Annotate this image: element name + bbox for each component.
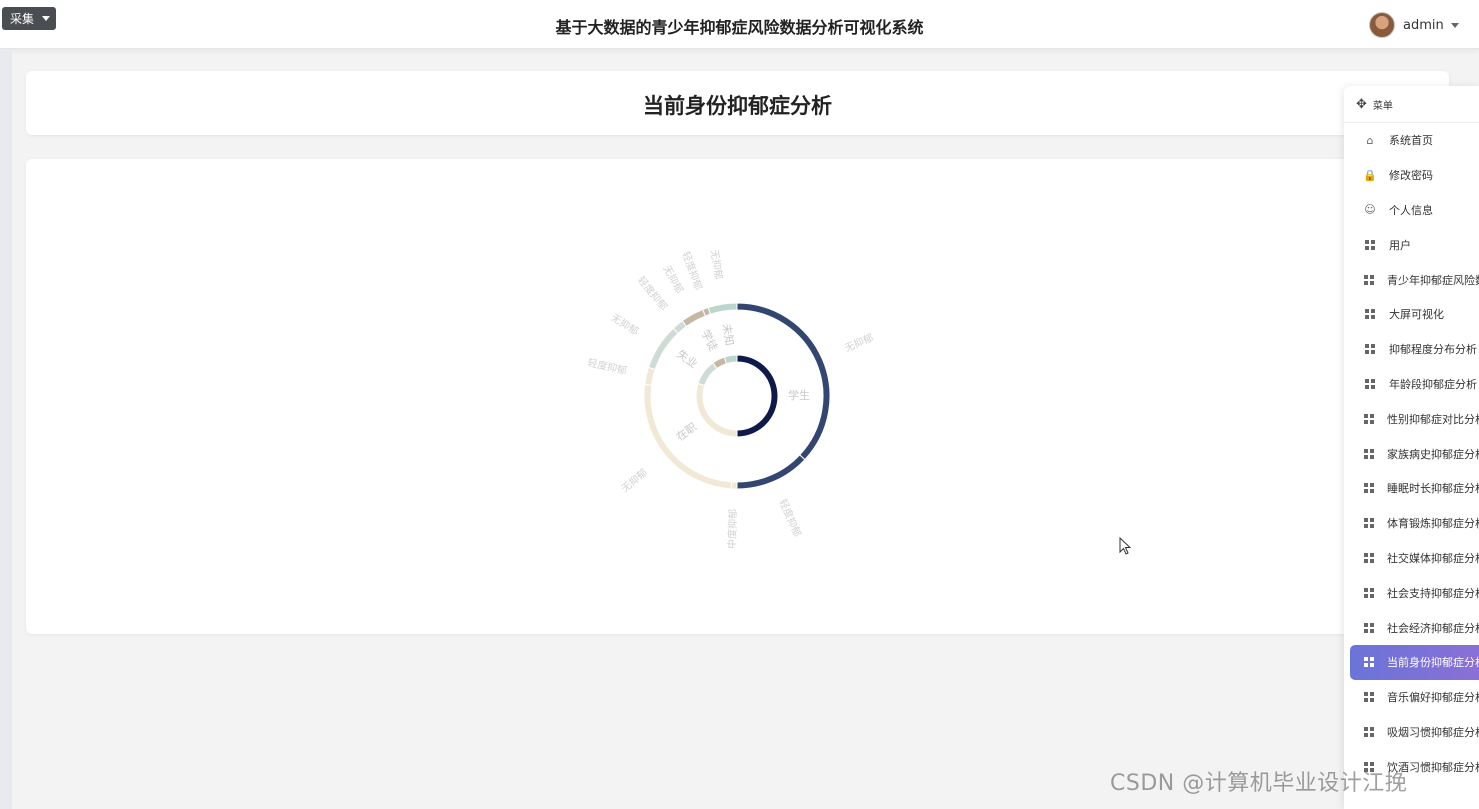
mouse-cursor-icon (1119, 537, 1132, 555)
outer-slice[interactable] (736, 454, 806, 490)
menu-item[interactable]: 体育锻炼抑郁症分析 (1344, 506, 1479, 541)
menu-item-label: 用户 (1389, 238, 1411, 252)
inner-slice-label: 未知 (720, 323, 737, 347)
home-icon: ⌂ (1366, 133, 1374, 147)
menu-item-label: 社会支持抑郁症分析 (1387, 586, 1479, 600)
menu-item[interactable]: 社会经济抑郁症分析 (1344, 610, 1479, 645)
user-menu[interactable]: admin (1369, 12, 1459, 38)
avatar[interactable] (1369, 12, 1395, 38)
lock-icon: 🔒 (1363, 168, 1377, 182)
menu-item[interactable]: 🔒 修改密码 (1344, 158, 1479, 193)
grid-icon (1364, 517, 1374, 529)
menu-item[interactable]: 睡眠时长抑郁症分析 (1344, 471, 1479, 506)
menu-item-label: 吸烟习惯抑郁症分析 (1387, 725, 1479, 739)
menu-item[interactable]: 青少年抑郁症风险数 (1344, 262, 1479, 297)
grid-icon (1364, 413, 1374, 425)
menu-item[interactable]: 大屏可视化 (1344, 297, 1479, 332)
outer-slice-label: 无抑郁 (843, 331, 876, 355)
menu-list: ⌂ 系统首页 🔒 修改密码 ☺ 个人信息用户青少年抑郁症风险数 大屏可视化抑郁程度分布分析年… (1344, 123, 1479, 784)
page-header-card: 当前身份抑郁症分析 (26, 71, 1449, 135)
menu-item[interactable]: 年龄段抑郁症分析 (1344, 367, 1479, 402)
sunburst-chart: 学生在职失业学徒 未知 无抑郁轻度抑郁中度抑郁无抑郁轻度抑郁无抑郁轻度抑郁无抑郁轻度… (586, 249, 876, 549)
outer-slice[interactable] (644, 366, 656, 386)
outer-slice-label: 轻度抑郁 (776, 497, 804, 539)
grid-icon (1364, 378, 1376, 390)
outer-slice-label: 轻度抑郁 (586, 356, 628, 377)
outer-slice-label: 轻度抑郁 (635, 274, 671, 313)
watermark: CSDN @计算机毕业设计江挽 (1110, 771, 1408, 796)
menu-item-label: 性别抑郁症对比分析 (1387, 412, 1479, 426)
grid-icon (1364, 552, 1374, 564)
app-title: 基于大数据的青少年抑郁症风险数据分析可视化系统 (555, 18, 924, 37)
grid-icon (1364, 343, 1376, 355)
menu-item-label: 年龄段抑郁症分析 (1389, 377, 1477, 391)
menu-title: 菜单 (1372, 100, 1393, 112)
menu-item[interactable]: 音乐偏好抑郁症分析 (1344, 680, 1479, 715)
grid-icon (1364, 308, 1376, 320)
outer-slice[interactable] (736, 302, 831, 461)
menu-item-label: 个人信息 (1389, 203, 1433, 217)
outer-slice-label: 无抑郁 (609, 311, 641, 338)
menu-item-label: 当前身份抑郁症分析 (1387, 656, 1479, 670)
page-title: 当前身份抑郁症分析 (643, 94, 832, 118)
outer-slice[interactable] (707, 302, 738, 315)
grid-icon (1364, 274, 1374, 286)
menu-item[interactable]: 用户 (1344, 227, 1479, 262)
menu-item[interactable]: 吸烟习惯抑郁症分析 (1344, 715, 1479, 750)
grid-icon (1364, 448, 1374, 460)
grid-icon (1364, 239, 1376, 251)
menu-item-label: 大屏可视化 (1389, 308, 1444, 322)
menu-item-label: 社会经济抑郁症分析 (1387, 621, 1479, 635)
outer-slice[interactable] (681, 308, 706, 328)
menu-item-label: 修改密码 (1389, 169, 1433, 183)
menu-item[interactable]: 抑郁程度分布分析 (1344, 332, 1479, 367)
menu-item[interactable]: ☺ 个人信息 (1344, 193, 1479, 228)
menu-item[interactable]: 社交媒体抑郁症分析 (1344, 541, 1479, 576)
inner-slice-label: 失业 (674, 347, 699, 370)
inner-slice[interactable] (736, 354, 779, 438)
outer-slice-label: 中度抑郁 (725, 509, 739, 549)
grid-icon (1364, 622, 1374, 634)
menu-item[interactable]: 社会支持抑郁症分析 (1344, 575, 1479, 610)
username[interactable]: admin (1403, 18, 1444, 33)
grid-icon (1364, 482, 1374, 494)
left-sidebar-strip (0, 49, 12, 809)
menu-item-label: 音乐偏好抑郁症分析 (1387, 691, 1479, 705)
menu-item[interactable]: 性别抑郁症对比分析 (1344, 401, 1479, 436)
grid-icon (1364, 656, 1374, 668)
menu-item-label: 青少年抑郁症风险数 (1387, 273, 1479, 287)
outer-slice-label: 轻度抑郁 (680, 250, 706, 292)
chart-card: 学生 在职 失业 学徒 未知 无抑郁 轻度抑郁 中度抑郁 无抑郁 轻度抑郁 无抑郁 轻度抑郁 无抑郁 轻度… (26, 159, 1449, 634)
top-bar: 采集 基于大数据的青少年抑郁症风险数据分析可视化系统 admin (0, 0, 1479, 49)
outer-slice-label: 无抑郁 (660, 263, 686, 296)
outer-slice-label: 无抑郁 (619, 466, 650, 495)
menu-item-label: 体育锻炼抑郁症分析 (1387, 517, 1479, 531)
user-icon: ☺ (1364, 203, 1376, 217)
menu-item-label: 抑郁程度分布分析 (1389, 343, 1477, 357)
move-icon[interactable]: ✥ (1356, 97, 1367, 112)
caret-down-icon[interactable] (1450, 22, 1459, 28)
grid-icon (1364, 691, 1374, 703)
menu-item-label: 系统首页 (1389, 134, 1433, 148)
outer-slice[interactable] (647, 327, 679, 371)
menu-item[interactable]: 当前身份抑郁症分析 (1350, 644, 1479, 680)
inner-slice[interactable] (695, 382, 738, 438)
floating-menu: ✥ 菜单 ⌂ 系统首页 🔒 修改密码 ☺ 个人信息用户青少年抑郁症风险数 大屏可视化抑郁程度… (1344, 86, 1479, 809)
menu-header[interactable]: ✥ 菜单 (1344, 86, 1479, 123)
inner-slice-label: 学生 (788, 388, 810, 402)
inner-slice[interactable] (697, 362, 718, 387)
menu-item[interactable]: ⌂ 系统首页 (1344, 123, 1479, 158)
inner-slice-label: 学徒 (699, 327, 721, 353)
menu-item-label: 家族病史抑郁症分析 (1387, 447, 1479, 461)
menu-item-label: 社交媒体抑郁症分析 (1387, 551, 1479, 565)
grid-icon (1364, 587, 1374, 599)
menu-item-label: 睡眠时长抑郁症分析 (1387, 482, 1479, 496)
menu-item[interactable]: 家族病史抑郁症分析 (1344, 436, 1479, 471)
outer-slice[interactable] (730, 481, 738, 490)
inner-slice[interactable] (723, 354, 738, 365)
inner-slice-label: 在职 (674, 420, 699, 443)
outer-slice-label: 无抑郁 (708, 249, 726, 281)
grid-icon (1364, 726, 1374, 738)
